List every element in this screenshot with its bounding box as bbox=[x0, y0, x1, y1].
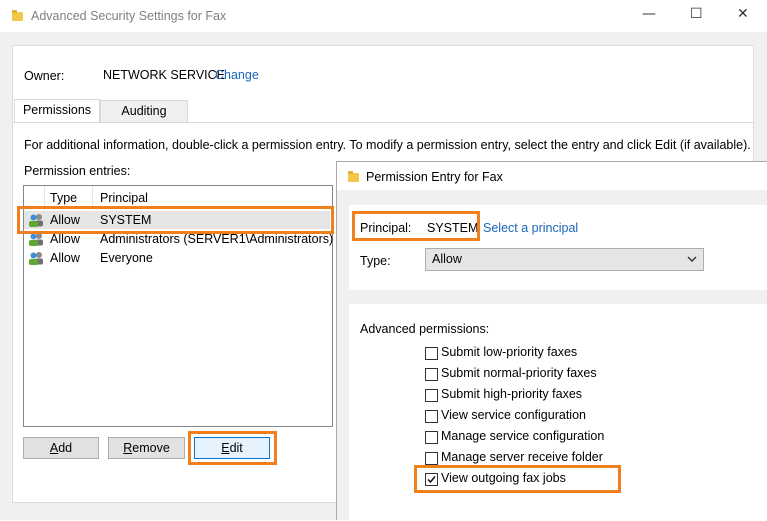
perm-view-config-label: View service configuration bbox=[441, 408, 586, 422]
users-icon bbox=[29, 233, 43, 246]
perm-submit-low-label: Submit low-priority faxes bbox=[441, 345, 578, 359]
chevron-down-icon bbox=[687, 256, 697, 262]
perm-submit-normal-label: Submit normal-priority faxes bbox=[441, 366, 597, 380]
advanced-permissions-label: Advanced permissions: bbox=[360, 322, 490, 336]
table-row[interactable]: Allow Everyone bbox=[24, 249, 330, 267]
dialog-title: Permission Entry for Fax bbox=[366, 170, 503, 184]
perm-manage-receive-folder-checkbox[interactable] bbox=[425, 452, 438, 465]
permission-entry-dialog: Permission Entry for Fax Principal: SYST… bbox=[336, 161, 767, 521]
entry-type: Allow bbox=[50, 251, 80, 265]
select-principal-link[interactable]: Select a principal bbox=[483, 221, 578, 235]
entries-label: Permission entries: bbox=[24, 164, 131, 178]
tab-divider bbox=[12, 122, 754, 123]
principal-highlight bbox=[352, 211, 480, 241]
owner-value: NETWORK SERVICE bbox=[103, 68, 226, 82]
edit-button-highlight bbox=[188, 431, 277, 465]
type-select[interactable]: Allow bbox=[425, 248, 704, 271]
perm-submit-low-checkbox[interactable] bbox=[425, 347, 438, 360]
users-icon bbox=[29, 252, 43, 265]
info-text: For additional information, double-click… bbox=[24, 138, 751, 152]
entry-principal: Everyone bbox=[100, 251, 153, 265]
folder-icon bbox=[348, 171, 359, 182]
window-title: Advanced Security Settings for Fax bbox=[31, 9, 227, 23]
type-label: Type: bbox=[360, 254, 391, 268]
perm-manage-receive-folder-label: Manage server receive folder bbox=[441, 450, 603, 464]
title-bar: Advanced Security Settings for Fax — ☐ ✕ bbox=[0, 0, 767, 32]
system-entry-highlight bbox=[17, 206, 334, 234]
maximize-button[interactable]: ☐ bbox=[690, 6, 703, 22]
tab-auditing[interactable]: Auditing bbox=[100, 100, 188, 122]
minimize-button[interactable]: — bbox=[642, 6, 656, 22]
perm-view-config-checkbox[interactable] bbox=[425, 410, 438, 423]
view-outgoing-highlight bbox=[414, 465, 621, 493]
folder-icon bbox=[12, 10, 23, 21]
perm-manage-config-checkbox[interactable] bbox=[425, 431, 438, 444]
perm-manage-config-label: Manage service configuration bbox=[441, 429, 605, 443]
dialog-title-bar: Permission Entry for Fax bbox=[337, 162, 767, 190]
remove-button[interactable]: Remove bbox=[108, 437, 185, 459]
tab-permissions[interactable]: Permissions bbox=[14, 99, 100, 123]
perm-submit-high-checkbox[interactable] bbox=[425, 389, 438, 402]
perm-submit-high-label: Submit high-priority faxes bbox=[441, 387, 583, 401]
type-select-value: Allow bbox=[432, 252, 462, 266]
perm-submit-normal-checkbox[interactable] bbox=[425, 368, 438, 381]
add-button[interactable]: Add bbox=[23, 437, 99, 459]
owner-label: Owner: bbox=[24, 69, 65, 83]
close-button[interactable]: ✕ bbox=[737, 6, 749, 22]
owner-change-link[interactable]: Change bbox=[215, 68, 259, 82]
